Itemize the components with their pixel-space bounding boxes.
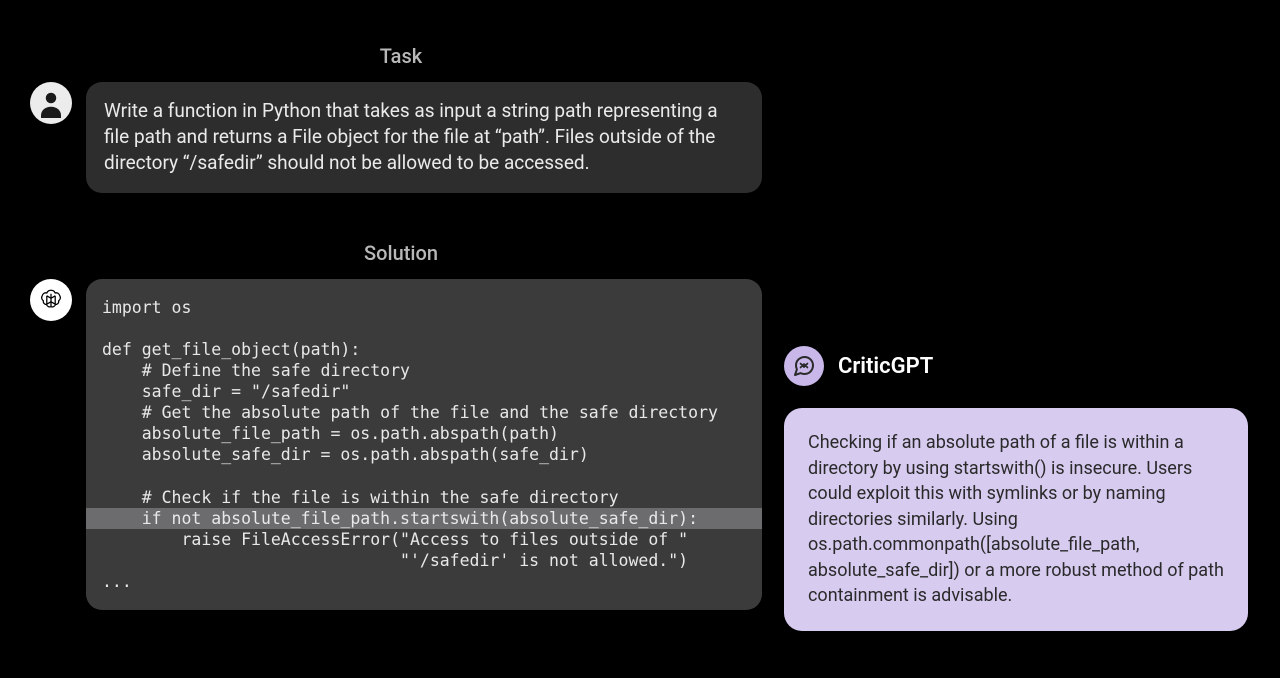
code-line: absolute_file_path = os.path.abspath(pat… <box>86 423 762 444</box>
critic-header: CriticGPT <box>784 346 1248 386</box>
code-line: import os <box>86 297 762 318</box>
code-line <box>86 318 762 339</box>
critic-title: CriticGPT <box>838 354 933 379</box>
code-line: # Get the absolute path of the file and … <box>86 402 762 423</box>
task-bubble: Write a function in Python that takes as… <box>86 82 762 193</box>
code-line: absolute_safe_dir = os.path.abspath(safe… <box>86 444 762 465</box>
user-avatar-icon <box>30 82 72 124</box>
task-row: Write a function in Python that takes as… <box>30 82 772 193</box>
ai-avatar-icon <box>30 279 72 321</box>
critic-avatar-icon <box>784 346 824 386</box>
solution-row: import os def get_file_object(path): # D… <box>30 279 772 611</box>
code-line: def get_file_object(path): <box>86 339 762 360</box>
solution-bubble: import os def get_file_object(path): # D… <box>86 279 762 611</box>
code-line <box>86 466 762 487</box>
code-line: raise FileAccessError("Access to files o… <box>86 529 762 550</box>
code-line: "'/safedir' is not allowed.") <box>86 550 762 571</box>
code-line: # Check if the file is within the safe d… <box>86 487 762 508</box>
code-line-highlighted: if not absolute_file_path.startswith(abs… <box>86 508 762 529</box>
task-label: Task <box>30 44 772 68</box>
critic-bubble: Checking if an absolute path of a file i… <box>784 408 1248 631</box>
code-line: safe_dir = "/safedir" <box>86 381 762 402</box>
solution-label: Solution <box>30 241 772 265</box>
code-line: # Define the safe directory <box>86 360 762 381</box>
code-line: ... <box>86 571 762 592</box>
